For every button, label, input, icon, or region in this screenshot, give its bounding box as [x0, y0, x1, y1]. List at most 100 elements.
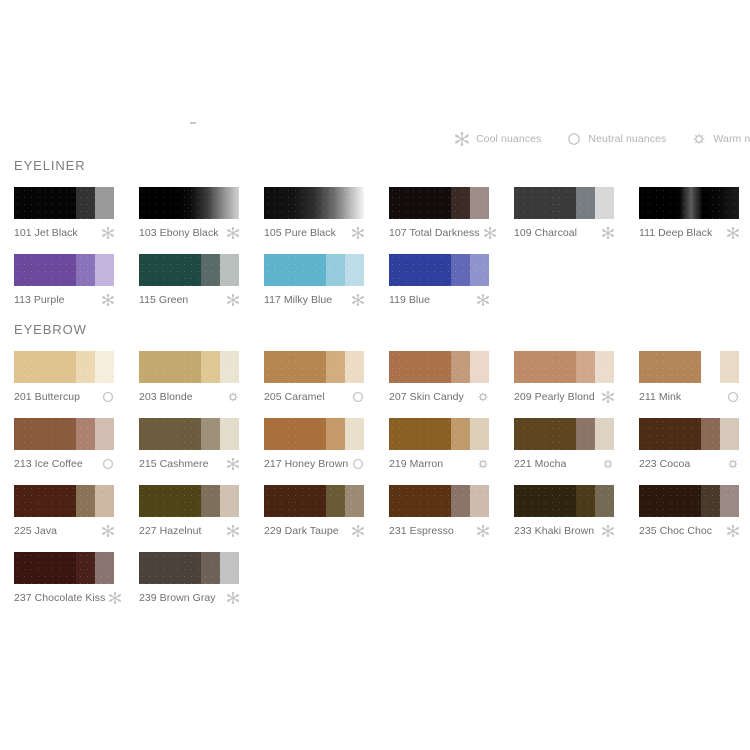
- swatch-band-tertiary: [595, 485, 614, 517]
- swatch-cell[interactable]: 231 Espresso: [389, 485, 489, 538]
- swatch-name: 209 Pearly Blond: [514, 391, 595, 403]
- swatch-caption: 215 Cashmere: [139, 457, 239, 471]
- swatch-grid-eyeliner: 101 Jet Black 103 Ebony Black 105 Pure B…: [14, 187, 750, 307]
- swatch-cell[interactable]: 207 Skin Candy: [389, 351, 489, 404]
- swatch-cell[interactable]: 235 Choc Choc: [639, 485, 739, 538]
- snowflake-icon: [352, 227, 364, 239]
- swatch-cell[interactable]: 107 Total Darkness: [389, 187, 496, 240]
- swatch-color: [639, 187, 739, 219]
- swatch-cell[interactable]: 215 Cashmere: [139, 418, 239, 471]
- swatch-cell[interactable]: 209 Pearly Blond: [514, 351, 614, 404]
- swatch-band-secondary: [451, 187, 470, 219]
- swatch-cell[interactable]: 113 Purple: [14, 254, 114, 307]
- swatch-name: 203 Blonde: [139, 391, 193, 403]
- legend-item-cool[interactable]: Cool nuances: [455, 132, 541, 146]
- swatch-color: [514, 485, 614, 517]
- swatch-color: [14, 351, 114, 383]
- swatch-band-secondary: [76, 418, 95, 450]
- swatch-band-secondary: [451, 351, 470, 383]
- snowflake-icon: [102, 525, 114, 537]
- swatch-caption: 229 Dark Taupe: [264, 524, 364, 538]
- swatch-cell[interactable]: 227 Hazelnut: [139, 485, 239, 538]
- swatch-band-tertiary: [470, 351, 489, 383]
- swatch-band-primary: [514, 187, 576, 219]
- swatch-cell[interactable]: 201 Buttercup: [14, 351, 114, 404]
- swatch-cell[interactable]: 105 Pure Black: [264, 187, 364, 240]
- swatch-color: [139, 254, 239, 286]
- swatch-band-secondary: [201, 351, 220, 383]
- swatch-caption: 221 Mocha: [514, 457, 614, 471]
- swatch-name: 239 Brown Gray: [139, 592, 216, 604]
- swatch-cell[interactable]: 101 Jet Black: [14, 187, 114, 240]
- swatch-band-secondary: [76, 351, 95, 383]
- swatch-cell[interactable]: 225 Java: [14, 485, 114, 538]
- swatch-band-tertiary: [345, 254, 364, 286]
- swatch-cell[interactable]: 213 Ice Coffee: [14, 418, 114, 471]
- snowflake-icon: [227, 458, 239, 470]
- legend-item-warm[interactable]: Warm nuances: [692, 132, 750, 146]
- swatch-band-tertiary: [220, 485, 239, 517]
- swatch-band-secondary: [576, 187, 595, 219]
- swatch-band-secondary: [326, 485, 345, 517]
- swatch-name: 201 Buttercup: [14, 391, 81, 403]
- swatch-cell[interactable]: 111 Deep Black: [639, 187, 739, 240]
- swatch-band-primary: [139, 254, 201, 286]
- swatch-band-primary: [514, 485, 576, 517]
- swatch-color: [14, 552, 114, 584]
- swatch-cell[interactable]: 229 Dark Taupe: [264, 485, 364, 538]
- section-title-eyebrow: EYEBROW: [14, 322, 87, 337]
- circle-icon: [567, 132, 581, 146]
- swatch-cell[interactable]: 103 Ebony Black: [139, 187, 239, 240]
- swatch-band-tertiary: [470, 418, 489, 450]
- swatch-cell[interactable]: 117 Milky Blue: [264, 254, 364, 307]
- swatch-cell[interactable]: 115 Green: [139, 254, 239, 307]
- legend-label: Cool nuances: [476, 133, 542, 145]
- swatch-color: [139, 187, 239, 219]
- swatch-band-secondary: [201, 254, 220, 286]
- swatch-cell[interactable]: 219 Marron: [389, 418, 489, 471]
- swatch-color: [639, 351, 739, 383]
- swatch-name: 211 Mink: [639, 391, 682, 403]
- swatch-band-primary: [389, 254, 451, 286]
- swatch-band-tertiary: [595, 351, 614, 383]
- swatch-caption: 237 Chocolate Kiss: [14, 591, 122, 605]
- swatch-name: 227 Hazelnut: [139, 525, 202, 537]
- swatch-color: [389, 418, 489, 450]
- swatch-band-tertiary: [345, 485, 364, 517]
- swatch-cell[interactable]: 109 Charcoal: [514, 187, 614, 240]
- swatch-band-primary: [389, 351, 451, 383]
- section-eyeliner: EYELINER 101 Jet Black 103 Ebony Black 1…: [0, 158, 750, 307]
- swatch-color: [389, 351, 489, 383]
- swatch-name: 219 Marron: [389, 458, 444, 470]
- swatch-band-secondary: [201, 418, 220, 450]
- swatch-cell[interactable]: 239 Brown Gray: [139, 552, 239, 605]
- swatch-caption: 103 Ebony Black: [139, 226, 239, 240]
- swatch-color: [389, 254, 489, 286]
- swatch-color: [389, 485, 489, 517]
- swatch-cell[interactable]: 217 Honey Brown: [264, 418, 364, 471]
- swatch-band-primary: [14, 485, 76, 517]
- swatch-band-secondary: [576, 351, 595, 383]
- swatch-band-primary: [389, 187, 451, 219]
- swatch-cell[interactable]: 221 Mocha: [514, 418, 614, 471]
- swatch-band-tertiary: [220, 552, 239, 584]
- swatch-cell[interactable]: 233 Khaki Brown: [514, 485, 614, 538]
- legend-item-neutral[interactable]: Neutral nuances: [567, 132, 666, 146]
- swatch-cell[interactable]: 223 Cocoa: [639, 418, 739, 471]
- snowflake-icon: [352, 525, 364, 537]
- swatch-band-tertiary: [95, 187, 114, 219]
- swatch-cell[interactable]: 119 Blue: [389, 254, 489, 307]
- swatch-band-primary: [514, 351, 576, 383]
- swatch-band-primary: [14, 351, 76, 383]
- swatch-cell[interactable]: 211 Mink: [639, 351, 739, 404]
- snowflake-icon: [455, 132, 469, 146]
- swatch-band-primary: [639, 351, 701, 383]
- swatch-color: [514, 351, 614, 383]
- swatch-cell[interactable]: 237 Chocolate Kiss: [14, 552, 122, 605]
- swatch-cell[interactable]: 205 Caramel: [264, 351, 364, 404]
- swatch-caption: 231 Espresso: [389, 524, 489, 538]
- swatch-cell[interactable]: 203 Blonde: [139, 351, 239, 404]
- swatch-color: [14, 187, 114, 219]
- swatch-band-secondary: [576, 418, 595, 450]
- snowflake-icon: [109, 592, 122, 604]
